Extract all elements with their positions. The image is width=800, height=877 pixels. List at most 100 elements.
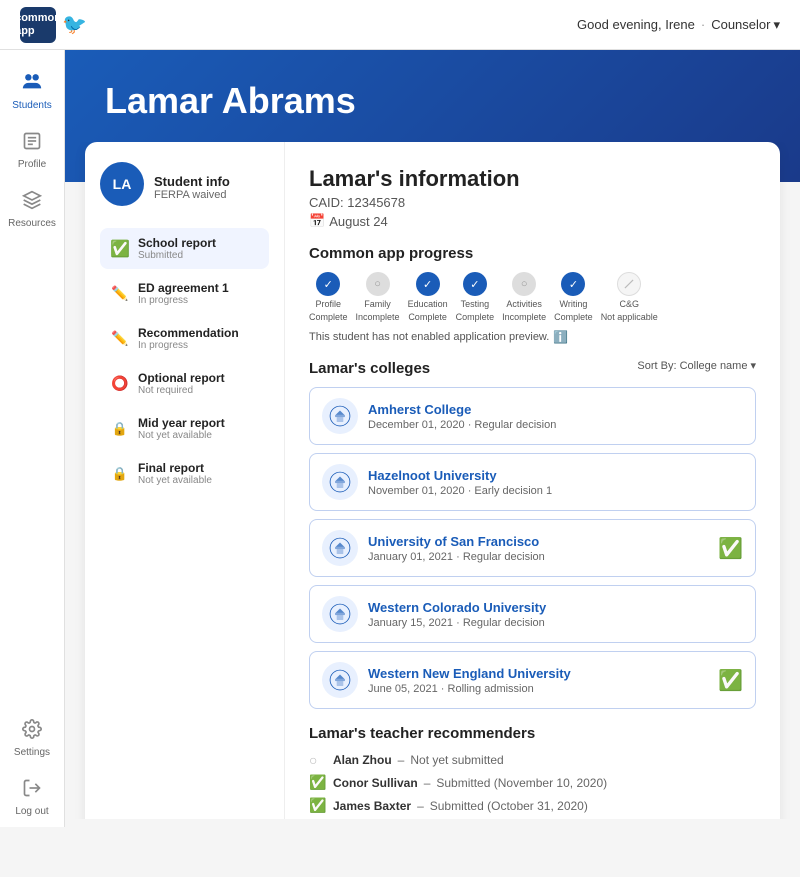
caid-text: CAID: 12345678 — [309, 195, 756, 210]
college-name-wcu: Western Colorado University — [368, 600, 743, 615]
lock-icon-final: 🔒 — [110, 466, 130, 482]
college-name-usf: University of San Francisco — [368, 534, 708, 549]
logo: commonapp 🐦 — [20, 7, 87, 43]
step-profile: ✓ Profile Complete — [309, 272, 348, 322]
step-icon-activities: ○ — [512, 272, 536, 296]
sidebar-item-settings[interactable]: Settings — [0, 709, 64, 768]
final-report-subtitle: Not yet available — [138, 475, 212, 486]
step-cg: C&G Not applicable — [601, 272, 658, 322]
left-nav-items: ✅ School report Submitted ✏️ ED agreemen… — [100, 228, 269, 494]
sidebar-label-logout: Log out — [15, 806, 48, 817]
nav-right: Good evening, Irene · Counselor ▾ — [577, 17, 780, 33]
step-writing: ✓ Writing Complete — [554, 272, 593, 322]
date-line: 📅 August 24 — [309, 213, 756, 229]
college-name-wneu: Western New England University — [368, 666, 708, 681]
college-item-hazelnoot[interactable]: Hazelnoot University November 01, 2020 ·… — [309, 453, 756, 511]
nav-item-final-report[interactable]: 🔒 Final report Not yet available — [100, 453, 269, 494]
check-icon-conor: ✅ — [309, 774, 327, 791]
top-nav: commonapp 🐦 Good evening, Irene · Counse… — [0, 0, 800, 50]
calendar-icon: 📅 — [309, 213, 325, 229]
progress-title: Common app progress — [309, 245, 756, 262]
rec-status-james: Submitted (October 31, 2020) — [430, 799, 588, 813]
pencil-icon-rec: ✏️ — [110, 330, 130, 347]
student-avatar: LA — [100, 162, 144, 206]
college-icon-usf — [322, 530, 358, 566]
college-details-wneu: June 05, 2021 · Rolling admission — [368, 683, 708, 695]
step-icon-family: ○ — [366, 272, 390, 296]
sidebar: Students Profile Resources Settings Log … — [0, 50, 65, 827]
colleges-header: Lamar's colleges Sort By: College name ▾ — [309, 344, 756, 387]
step-label-education: Education — [408, 299, 448, 309]
optional-report-title: Optional report — [138, 371, 225, 385]
step-label-writing: Writing — [560, 299, 588, 309]
sidebar-item-students[interactable]: Students — [0, 60, 64, 121]
college-item-wneu[interactable]: Western New England University June 05, … — [309, 651, 756, 709]
college-item-wcu[interactable]: Western Colorado University January 15, … — [309, 585, 756, 643]
step-status-profile: Complete — [309, 312, 348, 322]
step-icon-profile: ✓ — [316, 272, 340, 296]
check-circle-icon: ✅ — [110, 239, 130, 259]
greeting-text: Good evening, Irene — [577, 17, 695, 32]
ed-agreement-title: ED agreement 1 — [138, 281, 229, 295]
nav-item-optional-report[interactable]: ⭕ Optional report Not required — [100, 363, 269, 404]
step-label-activities: Activities — [506, 299, 542, 309]
colleges-list: Amherst College December 01, 2020 · Regu… — [309, 387, 756, 709]
nav-item-school-report[interactable]: ✅ School report Submitted — [100, 228, 269, 269]
final-report-title: Final report — [138, 461, 212, 475]
circle-icon-optional: ⭕ — [110, 375, 130, 392]
step-status-family: Incomplete — [356, 312, 400, 322]
nav-item-recommendation[interactable]: ✏️ Recommendation In progress — [100, 318, 269, 359]
colleges-title: Lamar's colleges — [309, 360, 430, 377]
sidebar-item-logout[interactable]: Log out — [0, 768, 64, 827]
role-text[interactable]: Counselor ▾ — [711, 17, 780, 33]
sidebar-label-settings: Settings — [14, 747, 50, 758]
step-label-testing: Testing — [461, 299, 490, 309]
sidebar-item-resources[interactable]: Resources — [0, 180, 64, 239]
step-family: ○ Family Incomplete — [356, 272, 400, 322]
step-activities: ○ Activities Incomplete — [502, 272, 546, 322]
college-item-amherst[interactable]: Amherst College December 01, 2020 · Regu… — [309, 387, 756, 445]
rec-name-alan: Alan Zhou — [333, 753, 392, 767]
college-icon-hazelnoot — [322, 464, 358, 500]
college-details-usf: January 01, 2021 · Regular decision — [368, 551, 708, 563]
sidebar-item-profile[interactable]: Profile — [0, 121, 64, 180]
rec-status-conor: Submitted (November 10, 2020) — [436, 776, 607, 790]
step-status-activities: Incomplete — [502, 312, 546, 322]
college-check-usf: ✅ — [718, 536, 743, 561]
info-icon: ℹ️ — [553, 330, 568, 344]
recommendation-title: Recommendation — [138, 326, 239, 340]
optional-report-subtitle: Not required — [138, 385, 225, 396]
recommenders-list: ○ Alan Zhou – Not yet submitted ✅ Conor … — [309, 752, 756, 819]
step-status-testing: Complete — [456, 312, 495, 322]
sort-by[interactable]: Sort By: College name ▾ — [637, 359, 756, 372]
sidebar-label-profile: Profile — [18, 159, 46, 170]
recommender-item-james: ✅ James Baxter – Submitted (October 31, … — [309, 797, 756, 814]
profile-icon — [22, 131, 42, 156]
college-name-amherst: Amherst College — [368, 402, 743, 417]
college-icon-wneu — [322, 662, 358, 698]
page-title: Lamar Abrams — [105, 80, 760, 122]
students-icon — [21, 70, 43, 97]
school-report-subtitle: Submitted — [138, 250, 216, 261]
step-status-cg: Not applicable — [601, 312, 658, 322]
step-testing: ✓ Testing Complete — [456, 272, 495, 322]
nav-item-ed-agreement[interactable]: ✏️ ED agreement 1 In progress — [100, 273, 269, 314]
settings-icon — [22, 719, 42, 744]
college-icon-wcu — [322, 596, 358, 632]
rec-name-james: James Baxter — [333, 799, 411, 813]
mid-year-title: Mid year report — [138, 416, 225, 430]
logo-box: commonapp — [20, 7, 56, 43]
preview-note: This student has not enabled application… — [309, 330, 756, 344]
nav-item-mid-year-report[interactable]: 🔒 Mid year report Not yet available — [100, 408, 269, 449]
college-icon-amherst — [322, 398, 358, 434]
resources-icon — [22, 190, 42, 215]
recommendation-subtitle: In progress — [138, 340, 239, 351]
step-icon-cg — [617, 272, 641, 296]
step-label-profile: Profile — [316, 299, 342, 309]
progress-steps: ✓ Profile Complete ○ Family Incomplete ✓… — [309, 272, 756, 322]
logo-bird-icon: 🐦 — [62, 12, 87, 37]
card-left-panel: LA Student info FERPA waived ✅ School re… — [85, 142, 285, 819]
step-icon-testing: ✓ — [463, 272, 487, 296]
college-item-usf[interactable]: University of San Francisco January 01, … — [309, 519, 756, 577]
pending-icon-alan: ○ — [309, 752, 327, 768]
